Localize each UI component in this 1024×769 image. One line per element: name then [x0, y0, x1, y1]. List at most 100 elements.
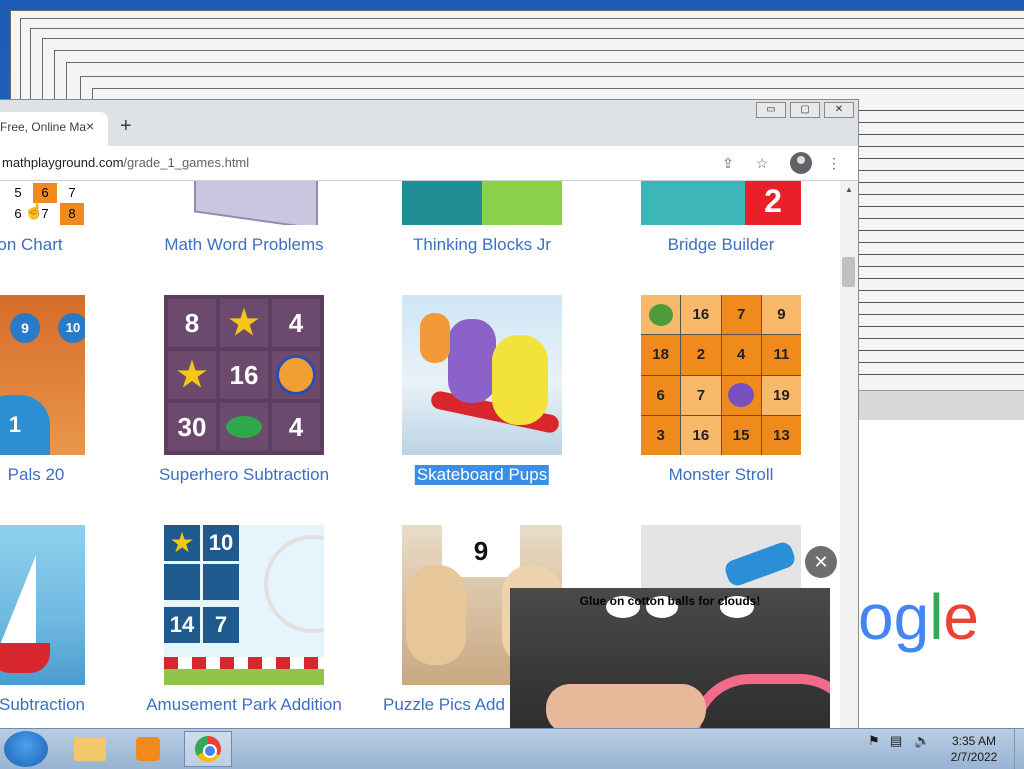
address-bar[interactable]: mathplayground.com/grade_1_games.html ⇪ … [0, 146, 858, 181]
game-card[interactable] [164, 181, 324, 225]
bubble: 10 [58, 313, 85, 343]
keyboard-illustration [194, 181, 318, 225]
addition-tile: 7 [203, 607, 239, 643]
menu-dots-icon[interactable]: ⋮ [824, 153, 844, 173]
tab-math-playground[interactable]: Free, Online Ma × [0, 112, 108, 146]
ferris-wheel [264, 535, 324, 633]
close-video-button[interactable]: ✕ [805, 546, 837, 578]
game-card[interactable]: ★ 10 14 7 [164, 525, 324, 685]
game-card[interactable]: 16 7 9 18 2 4 11 6 7 19 3 16 15 13 [641, 295, 801, 455]
star-icon: ★ [168, 351, 216, 399]
game-link[interactable]: Superhero Subtraction [159, 465, 329, 485]
start-button[interactable] [4, 731, 48, 767]
monster-grid: 16 7 9 18 2 4 11 6 7 19 3 16 15 13 [641, 295, 801, 455]
bookmark-star-icon[interactable]: ☆ [752, 153, 772, 173]
video-overlay[interactable]: Glue on cotton balls for clouds! [510, 588, 830, 728]
folder-icon [74, 737, 106, 761]
chart-cell: 8 [60, 203, 84, 225]
star-icon: ★ [220, 299, 268, 347]
close-tab-icon[interactable]: × [86, 118, 94, 134]
game-link-selected[interactable]: Skateboard Pups [414, 465, 550, 485]
grid-cell: 4 [272, 403, 320, 451]
chrome-button[interactable] [184, 731, 232, 767]
game-card[interactable]: 2 [641, 181, 801, 225]
chart-cell: 7 [68, 185, 76, 200]
share-icon[interactable]: ⇪ [718, 153, 738, 173]
grid-cell: 18 [641, 335, 681, 375]
grid-cell: 6 [641, 375, 681, 415]
pup-character [420, 313, 450, 363]
grid-cell: 30 [168, 403, 216, 451]
new-tab-button[interactable]: + [120, 116, 132, 136]
tab-title: Free, Online Ma [0, 120, 87, 134]
url-host: mathplayground.com [2, 155, 124, 170]
system-clock[interactable]: 3:35 AM 2/7/2022 [944, 733, 1004, 765]
grid-cell: 16 [220, 351, 268, 399]
minimize-button[interactable]: ▭ [756, 102, 786, 118]
pup-character [492, 335, 548, 425]
superhero-grid: 8 ★ 4 ★ 16 30 4 [164, 295, 324, 455]
taskbar: ⚑ ▤ 🔈 3:35 AM 2/7/2022 [0, 728, 1024, 769]
block-illustration [482, 181, 562, 225]
game-link[interactable]: Pals 20 [8, 465, 65, 485]
addition-tile [164, 564, 200, 600]
file-explorer-button[interactable] [66, 731, 114, 767]
track [164, 657, 324, 669]
game-card[interactable] [402, 295, 562, 455]
grid-cell: 4 [721, 335, 761, 375]
game-card[interactable]: 8 ★ 4 ★ 16 30 4 [164, 295, 324, 455]
grid-cell: 7 [681, 375, 721, 415]
volume-icon[interactable]: 🔈 [914, 733, 930, 749]
game-card[interactable]: 9 10 1 [0, 295, 85, 455]
addition-tile: 14 [164, 607, 200, 643]
grid-cell: 3 [641, 415, 681, 455]
chart-cell: 6 [33, 183, 57, 203]
grid-cell: 16 [681, 295, 721, 335]
vertical-scrollbar[interactable]: ▲ [840, 181, 858, 728]
game-card[interactable] [402, 181, 562, 225]
game-link[interactable]: Amusement Park Addition [146, 695, 342, 715]
grid-cell: 15 [721, 415, 761, 455]
close-window-button[interactable]: ✕ [824, 102, 854, 118]
toy-car [722, 539, 798, 589]
url-path: /grade_1_games.html [123, 155, 250, 170]
sailboat [0, 555, 36, 645]
media-player-button[interactable] [124, 731, 172, 767]
game-link[interactable]: Monster Stroll [669, 465, 774, 485]
number-tile: 2 [745, 181, 801, 225]
game-card[interactable] [0, 525, 85, 685]
grid-cell: 2 [681, 335, 721, 375]
addition-tile [203, 564, 239, 600]
chart-cell: 5 [14, 185, 22, 200]
url-field[interactable]: mathplayground.com/grade_1_games.html [2, 155, 249, 170]
game-link[interactable]: on Chart [0, 235, 63, 255]
network-icon[interactable]: ▤ [890, 733, 902, 749]
game-link[interactable]: Math Word Problems [164, 235, 323, 255]
grid-cell: 16 [681, 415, 721, 455]
monster-icon [721, 375, 761, 415]
game-link[interactable]: Bridge Builder [668, 235, 775, 255]
profile-avatar-icon[interactable] [790, 152, 812, 174]
hero-mask-icon [220, 403, 268, 451]
grid-cell: 4 [272, 299, 320, 347]
flag-icon[interactable]: ⚑ [868, 733, 880, 749]
scroll-thumb[interactable] [842, 257, 855, 287]
mouse-cursor-icon: ☝ [24, 203, 44, 220]
grid-cell: 7 [721, 295, 761, 335]
monster-icon [641, 295, 681, 335]
restore-button[interactable]: ▢ [790, 102, 820, 118]
game-link[interactable]: Subtraction [0, 695, 85, 715]
show-desktop-button[interactable] [1014, 729, 1024, 769]
window-controls: ▭ ▢ ✕ [756, 102, 854, 118]
block-illustration [402, 181, 482, 225]
grid-cell: 19 [761, 375, 801, 415]
pup-character [448, 319, 496, 403]
game-link[interactable]: Puzzle Pics Add [383, 695, 505, 715]
game-link[interactable]: Thinking Blocks Jr [413, 235, 551, 255]
ground [164, 669, 324, 685]
scroll-up-arrow-icon[interactable]: ▲ [845, 185, 853, 194]
submarine: 1 [0, 395, 50, 455]
addition-tile: ★ [164, 525, 200, 561]
background-page: ogle [858, 420, 1024, 728]
bubble: 9 [10, 313, 40, 343]
